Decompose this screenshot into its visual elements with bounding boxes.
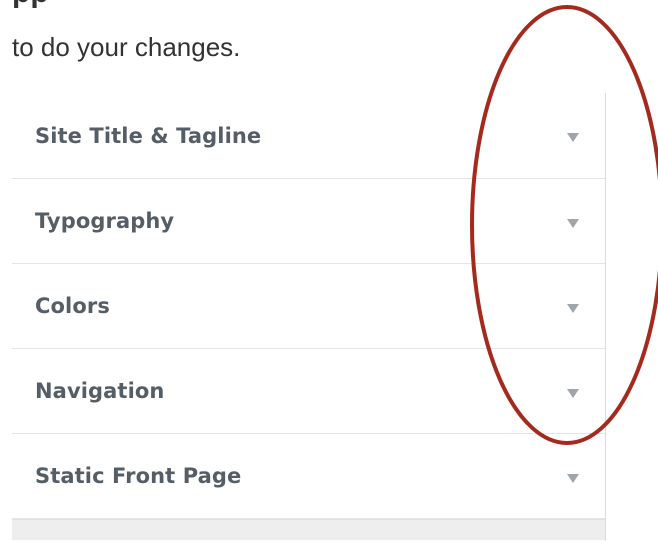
arrow-down-icon[interactable] <box>567 388 579 398</box>
section-title: Site Title & Tagline <box>35 123 262 148</box>
arrow-down-icon[interactable] <box>567 473 579 483</box>
section-typography[interactable]: Typography <box>12 179 605 264</box>
section-static-front-page[interactable]: Static Front Page <box>12 434 605 519</box>
screenshot-page: pp to do your changes. Site Title & Tagl… <box>0 0 658 541</box>
section-title: Colors <box>35 294 110 318</box>
section-navigation[interactable]: Navigation <box>12 349 605 434</box>
section-title: Navigation <box>35 379 165 403</box>
heading-fragment: pp <box>12 0 49 8</box>
panel-footer <box>12 519 605 540</box>
section-site-title-tagline[interactable]: Site Title & Tagline <box>12 93 605 179</box>
intro-text: to do your changes. <box>12 32 241 62</box>
section-colors[interactable]: Colors <box>12 264 605 349</box>
section-title: Typography <box>35 209 175 233</box>
arrow-down-icon[interactable] <box>567 218 579 228</box>
section-title: Static Front Page <box>35 464 242 488</box>
arrow-down-icon[interactable] <box>567 133 579 142</box>
arrow-down-icon[interactable] <box>567 303 579 313</box>
customizer-panel: Site Title & Tagline Typography Colors N… <box>12 93 606 541</box>
